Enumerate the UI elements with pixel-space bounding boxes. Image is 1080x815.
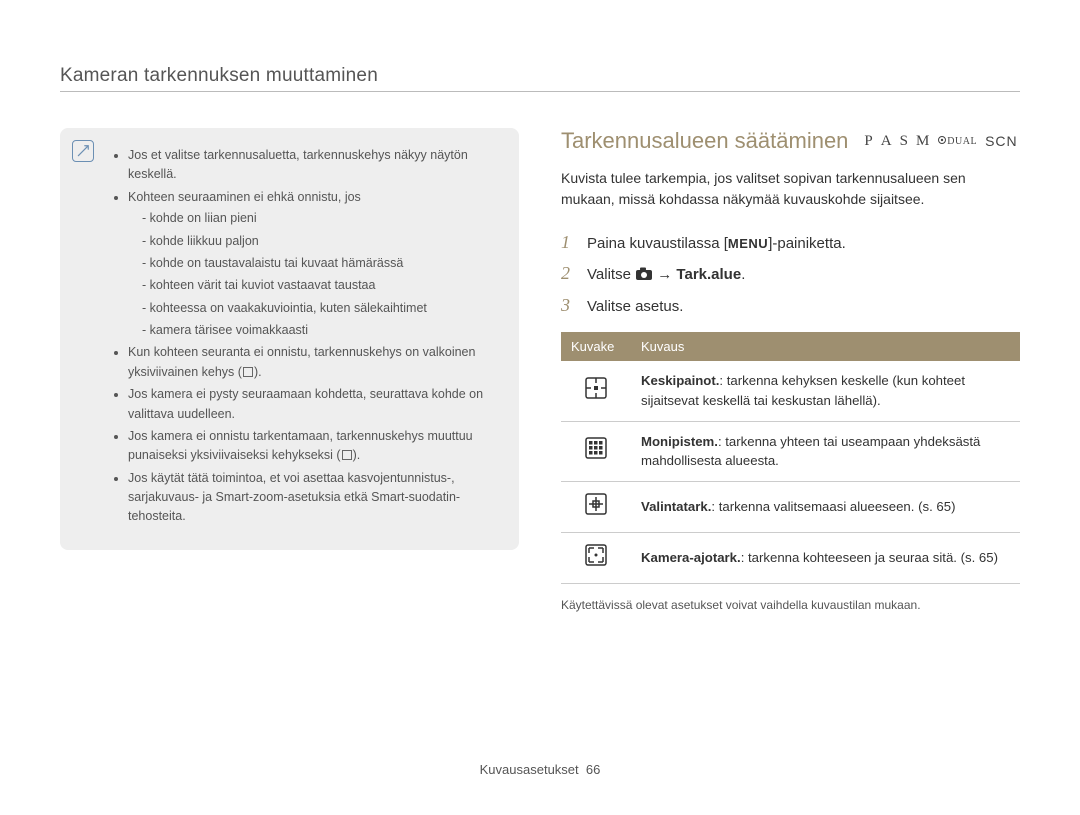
step-number: 2: [561, 263, 577, 284]
header-rule: [60, 91, 1020, 92]
mode-indicators: P A S M DUAL SCN: [864, 133, 1017, 150]
option-description: Valintatark.: tarkenna valitsemaasi alue…: [631, 482, 1020, 533]
steps-list: 1 Paina kuvaustilassa [MENU]-painiketta. 2…: [561, 232, 1020, 316]
right-column: Tarkennusalueen säätäminen P A S M DUAL …: [561, 128, 1020, 612]
note-subitem: kamera tärisee voimakkaasti: [142, 321, 501, 340]
note-item: Kun kohteen seuranta ei onnistu, tarkenn…: [128, 343, 501, 382]
step-number: 3: [561, 295, 577, 316]
table-row: Valintatark.: tarkenna valitsemaasi alue…: [561, 482, 1020, 533]
step-row: 3 Valitse asetus.: [561, 295, 1020, 316]
table-row: Monipistem.: tarkenna yhteen tai useampa…: [561, 421, 1020, 482]
step-text: Valitse asetus.: [587, 298, 683, 315]
table-footnote: Käytettävissä olevat asetukset voivat va…: [561, 598, 1020, 612]
page-footer: Kuvausasetukset 66: [0, 762, 1080, 777]
note-subitem: kohde on liian pieni: [142, 209, 501, 228]
multi-af-icon: [561, 421, 631, 482]
frame-square-icon: [243, 367, 253, 377]
note-subitem: kohteessa on vaakakuviointia, kuten säle…: [142, 299, 501, 318]
option-description: Keskipainot.: tarkenna kehyksen keskelle…: [631, 361, 1020, 421]
th-desc: Kuvaus: [631, 332, 1020, 361]
table-row: Kamera-ajotark.: tarkenna kohteeseen ja …: [561, 532, 1020, 583]
option-description: Monipistem.: tarkenna yhteen tai useampa…: [631, 421, 1020, 482]
footer-page: 66: [586, 762, 600, 777]
camera-icon: [635, 267, 653, 285]
mode-p: P: [864, 133, 872, 150]
mode-scn: SCN: [985, 133, 1018, 149]
note-subitem: kohteen värit tai kuviot vastaavat taust…: [142, 276, 501, 295]
note-subitem: kohde on taustavalaistu tai kuvaat hämär…: [142, 254, 501, 273]
section-title: Tarkennusalueen säätäminen: [561, 128, 848, 154]
table-row: Keskipainot.: tarkenna kehyksen keskelle…: [561, 361, 1020, 421]
left-column: Jos et valitse tarkennusaluetta, tarkenn…: [60, 128, 519, 612]
note-item: Jos kamera ei pysty seuraamaan kohdetta,…: [128, 385, 501, 424]
note-subitem: kohde liikkuu paljon: [142, 232, 501, 251]
step-text: Paina kuvaustilassa [MENU]-painiketta.: [587, 235, 846, 252]
options-table: Kuvake Kuvaus Keskipainot.: tarkenna keh…: [561, 332, 1020, 584]
frame-square-icon: [342, 450, 352, 460]
note-item: Jos käytät tätä toimintoa, et voi asetta…: [128, 469, 501, 527]
step-number: 1: [561, 232, 577, 253]
section-title-row: Tarkennusalueen säätäminen P A S M DUAL …: [561, 128, 1020, 154]
section-intro: Kuvista tulee tarkempia, jos valitset so…: [561, 168, 1020, 210]
center-af-icon: [561, 361, 631, 421]
footer-section: Kuvausasetukset: [480, 762, 579, 777]
step-row: 1 Paina kuvaustilassa [MENU]-painiketta.: [561, 232, 1020, 253]
step-row: 2 Valitse → Tark.alue.: [561, 263, 1020, 285]
mode-s: S: [900, 133, 908, 150]
page-breadcrumb: Kameran tarkennuksen muuttaminen: [60, 65, 1020, 87]
note-box: Jos et valitse tarkennusaluetta, tarkenn…: [60, 128, 519, 550]
menu-button-label: MENU: [728, 236, 768, 251]
mode-a: A: [881, 133, 892, 150]
select-af-icon: [561, 482, 631, 533]
step-text: Valitse → Tark.alue.: [587, 266, 745, 285]
step-bold: Tark.alue: [676, 266, 741, 283]
note-icon: [72, 140, 94, 162]
note-item: Kohteen seuraaminen ei ehkä onnistu, jos…: [128, 188, 501, 341]
th-icon: Kuvake: [561, 332, 631, 361]
option-description: Kamera-ajotark.: tarkenna kohteeseen ja …: [631, 532, 1020, 583]
note-item: Jos et valitse tarkennusaluetta, tarkenn…: [128, 146, 501, 185]
mode-m: M: [916, 133, 929, 150]
note-item: Jos kamera ei onnistu tarkentamaan, tark…: [128, 427, 501, 466]
mode-dual: DUAL: [937, 135, 977, 147]
track-af-icon: [561, 532, 631, 583]
